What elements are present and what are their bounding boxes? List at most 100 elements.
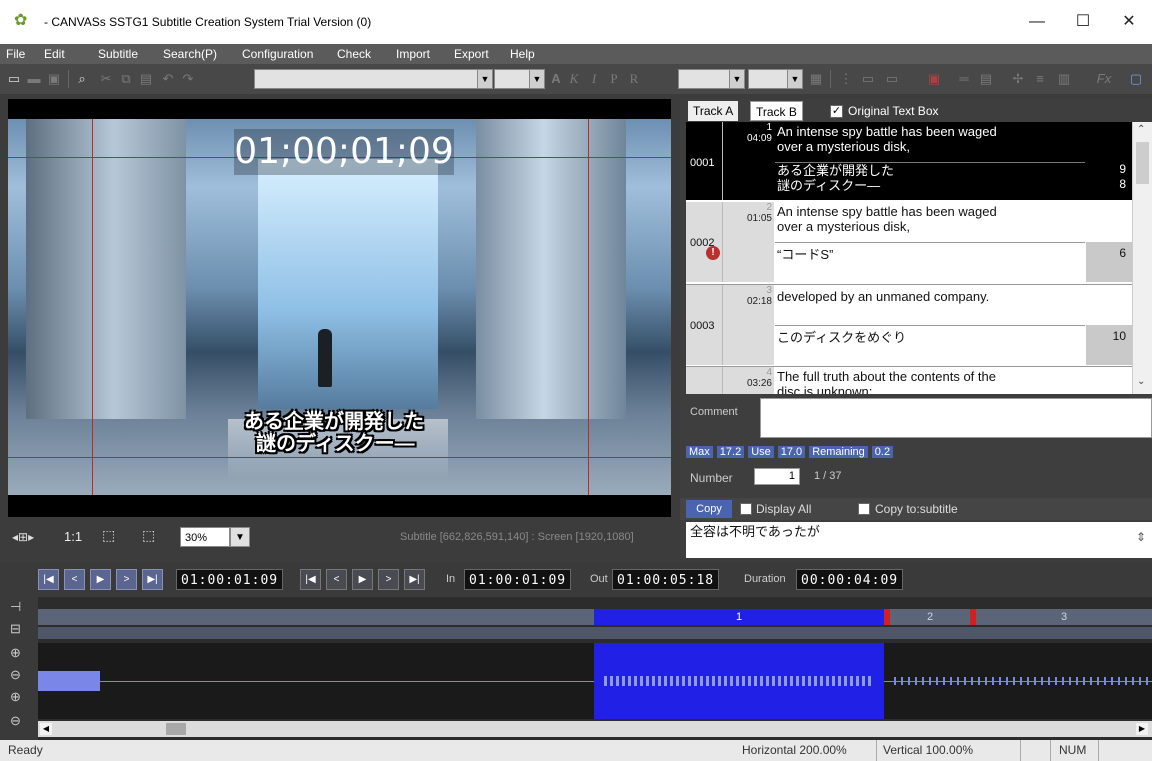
tool-icon-5[interactable]: ═ [956, 71, 972, 87]
window-icon[interactable]: ▢ [1128, 71, 1144, 87]
tool-icon-8[interactable]: ≡ [1032, 71, 1048, 87]
split-icon[interactable]: ⊟ [10, 621, 21, 637]
list-item[interactable]: 4 03:26 The full truth about the content… [686, 366, 1132, 394]
r-icon[interactable]: R [626, 71, 642, 87]
tool-icon-9[interactable]: ▥ [1056, 71, 1072, 87]
zoom-dropdown-icon[interactable]: ▼ [230, 527, 250, 547]
tab-track-a[interactable]: Track A [688, 101, 739, 121]
seg-back-button[interactable]: < [326, 569, 347, 590]
font-combo[interactable] [254, 69, 478, 89]
copy-button[interactable]: Copy [686, 500, 732, 518]
size-dropdown-icon[interactable]: ▼ [529, 69, 545, 89]
menu-search[interactable]: Search(P) [163, 47, 217, 61]
style-combo[interactable] [678, 69, 730, 89]
original-text-box-checkbox[interactable]: ✓ [830, 105, 843, 118]
paste-icon[interactable]: ▤ [138, 71, 154, 87]
italic-icon[interactable]: K [566, 71, 582, 87]
scroll-up-icon[interactable]: ⌃ [1137, 124, 1145, 135]
menu-export[interactable]: Export [454, 47, 489, 61]
new-file-icon[interactable]: ▭ [6, 71, 22, 87]
timeline-scroll-thumb[interactable] [166, 723, 186, 735]
seg-start-button[interactable]: |◀ [300, 569, 321, 590]
tool-icon-2[interactable]: ▭ [860, 71, 876, 87]
comment-field[interactable] [760, 398, 1152, 438]
open-folder-icon[interactable]: ▬ [26, 71, 42, 87]
tool-icon-1[interactable]: ⋮ [838, 71, 854, 87]
menu-check[interactable]: Check [337, 47, 371, 61]
number-field[interactable]: 1 [754, 468, 800, 485]
step-forward-button[interactable]: > [116, 569, 137, 590]
position-combo[interactable] [748, 69, 788, 89]
ruby-icon[interactable]: P [606, 71, 622, 87]
close-button[interactable]: ✕ [1106, 0, 1152, 44]
copy-to-subtitle-checkbox[interactable] [858, 503, 870, 515]
list-item[interactable]: 0001 1 04:09 An intense spy battle has b… [686, 122, 1132, 200]
segment-2[interactable]: 2 [890, 609, 970, 625]
copy-scroll-icon[interactable]: ⇕ [1136, 530, 1146, 544]
in-timecode[interactable]: 01:00:01:09 [464, 569, 572, 590]
position-dropdown-icon[interactable]: ▼ [787, 69, 803, 89]
video-preview[interactable]: 01;00;01;09 ある企業が開発した 謎のディスクー― [8, 99, 671, 517]
save-icon[interactable]: ▣ [46, 71, 62, 87]
warning-icon[interactable]: ! [706, 246, 720, 260]
menu-subtitle[interactable]: Subtitle [98, 47, 138, 61]
seg-end-button[interactable]: ▶| [404, 569, 425, 590]
waveform-area[interactable] [38, 643, 1152, 719]
copy-text-area[interactable]: 全容は不明であったが ⇕ [686, 522, 1152, 558]
bold-icon[interactable]: A [548, 71, 564, 87]
menu-file[interactable]: File [6, 47, 25, 61]
zoom-out-frame-icon[interactable]: ⬚ [102, 527, 115, 544]
fx-icon[interactable]: Fx [1096, 71, 1112, 87]
list-item[interactable]: 0003 3 02:18 developed by an unmaned com… [686, 284, 1132, 365]
zoom-in-h-icon[interactable]: ⊕ [10, 645, 21, 661]
menu-configuration[interactable]: Configuration [242, 47, 313, 61]
zoom-in-v-icon[interactable]: ⊕ [10, 689, 21, 705]
timeline[interactable]: 1 2 3 ◀ ▶ [0, 597, 1152, 740]
cut-icon[interactable]: ✂ [98, 71, 114, 87]
ratio-label[interactable]: 1:1 [64, 527, 82, 547]
marker-icon[interactable]: ⊣ [10, 599, 21, 615]
zoom-out-h-icon[interactable]: ⊖ [10, 667, 21, 683]
display-all-checkbox[interactable] [740, 503, 752, 515]
list-scrollbar[interactable]: ⌃ ⌄ [1132, 122, 1152, 394]
menu-edit[interactable]: Edit [44, 47, 65, 61]
scroll-thumb[interactable] [1136, 142, 1149, 184]
copy-icon[interactable]: ⧉ [118, 71, 134, 87]
step-back-button[interactable]: < [64, 569, 85, 590]
search-icon[interactable]: ⌕ [74, 71, 90, 87]
timeline-hscrollbar[interactable]: ◀ ▶ [38, 721, 1152, 737]
fit-icon[interactable]: ◂⊞▸ [12, 527, 46, 547]
play-button[interactable]: ▶ [90, 569, 111, 590]
out-timecode[interactable]: 01:00:05:18 [612, 569, 720, 590]
subtitle-list[interactable]: 0001 1 04:09 An intense spy battle has b… [686, 122, 1132, 394]
italic-alt-icon[interactable]: I [586, 71, 602, 87]
undo-icon[interactable]: ↶ [160, 71, 176, 87]
seg-play-button[interactable]: ▶ [352, 569, 373, 590]
zoom-out-v-icon[interactable]: ⊖ [10, 713, 21, 729]
scroll-down-icon[interactable]: ⌄ [1137, 376, 1145, 387]
menu-help[interactable]: Help [510, 47, 535, 61]
maximize-button[interactable]: ☐ [1060, 0, 1106, 44]
redo-icon[interactable]: ↷ [180, 71, 196, 87]
tool-icon-4[interactable]: ▣ [926, 71, 942, 87]
go-start-button[interactable]: |◀ [38, 569, 59, 590]
minimize-button[interactable]: — [1014, 0, 1060, 44]
menu-import[interactable]: Import [396, 47, 430, 61]
seg-forward-button[interactable]: > [378, 569, 399, 590]
current-timecode[interactable]: 01:00:01:09 [176, 569, 284, 590]
size-combo[interactable] [494, 69, 530, 89]
scroll-right-icon[interactable]: ▶ [1136, 723, 1148, 735]
duration-timecode[interactable]: 00:00:04:09 [796, 569, 904, 590]
segment-3[interactable]: 3 [976, 609, 1152, 625]
align-icon[interactable]: ▦ [808, 71, 824, 87]
tab-track-b[interactable]: Track B [750, 101, 803, 121]
list-item[interactable]: 0002 ! 2 01:05 An intense spy battle has… [686, 202, 1132, 282]
font-dropdown-icon[interactable]: ▼ [477, 69, 493, 89]
tool-icon-6[interactable]: ▤ [978, 71, 994, 87]
tool-icon-3[interactable]: ▭ [884, 71, 900, 87]
tool-icon-7[interactable]: ✢ [1010, 71, 1026, 87]
go-end-button[interactable]: ▶| [142, 569, 163, 590]
segment-1[interactable]: 1 [594, 609, 884, 625]
style-dropdown-icon[interactable]: ▼ [729, 69, 745, 89]
zoom-select[interactable]: 30% [180, 527, 230, 547]
